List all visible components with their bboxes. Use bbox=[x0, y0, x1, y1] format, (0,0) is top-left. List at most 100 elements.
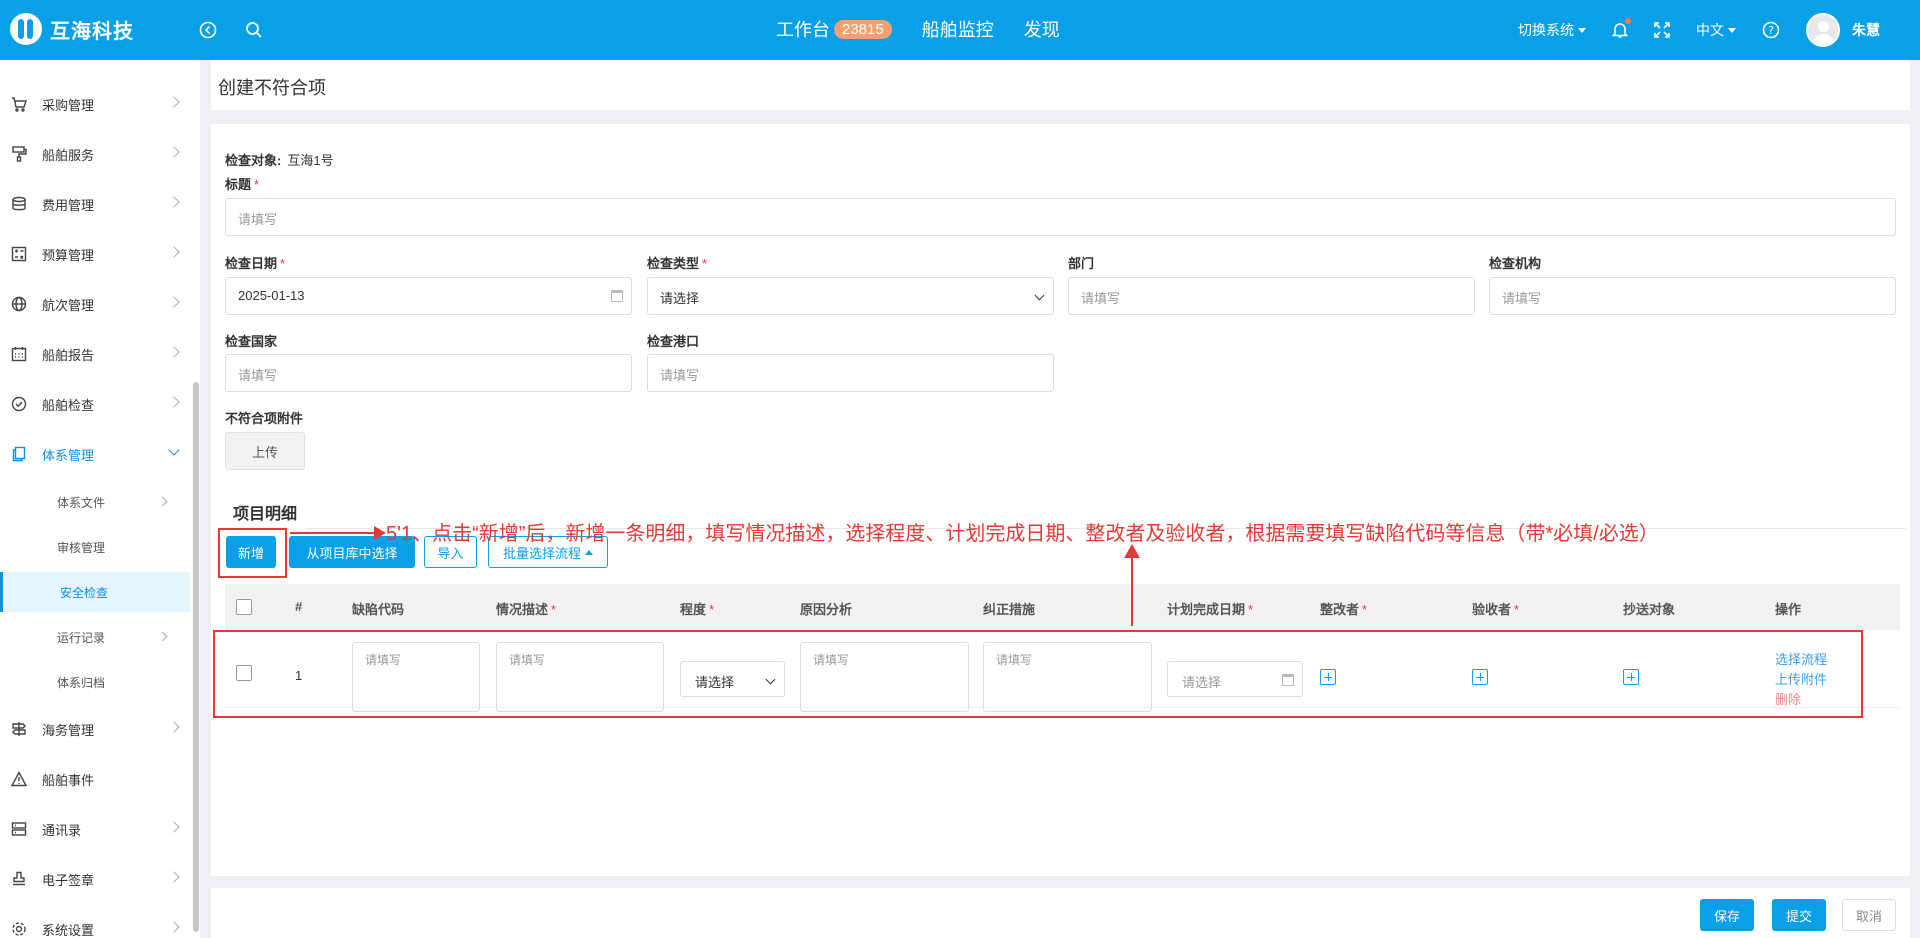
chevron-down-icon bbox=[1728, 27, 1736, 33]
chevron-right-icon bbox=[168, 96, 180, 108]
col-index: # bbox=[295, 599, 303, 614]
title-input[interactable]: 请填写 bbox=[225, 198, 1896, 236]
col-ops: 操作 bbox=[1775, 602, 1802, 617]
server-icon bbox=[10, 820, 28, 838]
footer-bar: 保存 提交 取消 bbox=[211, 888, 1910, 938]
annotation-arrow-right bbox=[290, 526, 386, 540]
sidebar-item-e-signature[interactable]: 电子签章 bbox=[0, 859, 190, 899]
logo-text: 互海科技 bbox=[50, 20, 134, 43]
app-logo[interactable]: 互海科技 bbox=[10, 13, 134, 45]
inspection-date-input[interactable]: 2025-01-13 bbox=[225, 277, 632, 315]
calculator-icon bbox=[10, 245, 28, 263]
calendar-icon bbox=[611, 290, 623, 302]
sidebar-item-maritime[interactable]: 海务管理 bbox=[0, 709, 190, 749]
country-label-text: 检查国家 bbox=[225, 334, 278, 349]
target-label: 检查对象: bbox=[225, 153, 282, 168]
dept-placeholder: 请填写 bbox=[1081, 291, 1121, 306]
type-placeholder: 请选择 bbox=[660, 291, 700, 306]
attachment-label-text: 不符合项附件 bbox=[225, 411, 304, 426]
sidebar-subitem-safety-check[interactable]: 安全检查 bbox=[0, 572, 190, 612]
attachment-label: 不符合项附件 bbox=[225, 408, 303, 427]
sidebar-subitem-run-records[interactable]: 运行记录 bbox=[0, 617, 190, 657]
search-icon[interactable] bbox=[242, 18, 266, 42]
cancel-button[interactable]: 取消 bbox=[1842, 899, 1896, 931]
inspection-type-select[interactable]: 请选择 bbox=[647, 277, 1054, 315]
chevron-up-icon bbox=[585, 549, 593, 555]
sidebar-subitem-label: 体系归档 bbox=[57, 675, 106, 690]
language-label: 中文 bbox=[1696, 22, 1724, 38]
back-circle-icon[interactable] bbox=[196, 18, 220, 42]
sidebar-item-budget[interactable]: 预算管理 bbox=[0, 234, 190, 274]
sidebar-subitem-archive[interactable]: 体系归档 bbox=[0, 662, 190, 702]
help-icon[interactable]: ? bbox=[1762, 21, 1780, 39]
sidebar-item-voyage[interactable]: 航次管理 bbox=[0, 284, 190, 324]
sidebar-item-expense[interactable]: 费用管理 bbox=[0, 184, 190, 224]
annotation-arrow-up bbox=[1124, 544, 1140, 626]
inspection-org-input[interactable]: 请填写 bbox=[1489, 277, 1896, 315]
sidebar-item-ship-event[interactable]: 船舶事件 bbox=[0, 759, 190, 799]
sidebar-scrollbar[interactable] bbox=[193, 382, 199, 932]
chevron-right-icon bbox=[168, 721, 180, 733]
type-label: 检查类型 * bbox=[647, 253, 707, 272]
sidebar-item-contacts[interactable]: 通讯录 bbox=[0, 809, 190, 849]
nav-ship-monitor[interactable]: 船舶监控 bbox=[922, 16, 994, 42]
sidebar-subitem-label: 审核管理 bbox=[57, 540, 106, 555]
sidebar-item-label: 航次管理 bbox=[42, 297, 95, 313]
col-acceptor-text: 验收者 bbox=[1472, 602, 1512, 617]
submit-button[interactable]: 提交 bbox=[1772, 899, 1826, 931]
switch-system-dropdown[interactable]: 切换系统 bbox=[1518, 20, 1586, 40]
type-label-text: 检查类型 bbox=[647, 256, 700, 271]
date-label-text: 检查日期 bbox=[225, 256, 278, 271]
dept-label: 部门 bbox=[1068, 253, 1094, 272]
save-button[interactable]: 保存 bbox=[1700, 899, 1754, 931]
bell-icon[interactable] bbox=[1612, 18, 1631, 39]
page-header: 创建不符合项 bbox=[211, 60, 1910, 110]
col-rectifier: 整改者 * bbox=[1320, 599, 1367, 618]
department-input[interactable]: 请填写 bbox=[1068, 277, 1475, 315]
svg-text:?: ? bbox=[1768, 24, 1774, 37]
grid-icon bbox=[10, 60, 28, 61]
inspection-port-input[interactable]: 请填写 bbox=[647, 354, 1054, 392]
col-degree: 程度 * bbox=[680, 599, 714, 618]
sidebar-item-label: 通讯录 bbox=[42, 822, 82, 838]
sidebar-subitem-audit[interactable]: 审核管理 bbox=[0, 527, 190, 567]
fullscreen-icon[interactable] bbox=[1654, 22, 1670, 38]
org-placeholder: 请填写 bbox=[1502, 291, 1542, 306]
signpost-icon bbox=[10, 720, 28, 738]
nav-workbench-label: 工作台 bbox=[776, 20, 830, 40]
sidebar-item-ship-inspection[interactable]: 船舶检查 bbox=[0, 384, 190, 424]
chevron-right-icon bbox=[168, 396, 180, 408]
sidebar-item-ship-report[interactable]: 船舶报告 bbox=[0, 334, 190, 374]
table-header: # 缺陷代码 情况描述 * 程度 * 原因分析 纠正措施 计划完成日期 * 整改者 * … bbox=[225, 584, 1900, 630]
required-mark: * bbox=[1514, 602, 1520, 617]
sidebar-item-system-management[interactable]: 体系管理 bbox=[0, 434, 190, 474]
sidebar: 采购管理 船舶服务 费用管理 预算管理 航次管理 船舶报告 船舶检查 体系管理 … bbox=[0, 60, 200, 938]
chevron-right-icon bbox=[168, 921, 180, 933]
sidebar-subitem-system-files[interactable]: 体系文件 bbox=[0, 482, 190, 522]
sidebar-item-top-partial[interactable] bbox=[0, 60, 190, 72]
sidebar-subitem-label: 运行记录 bbox=[57, 630, 106, 645]
sidebar-item-label: 采购管理 bbox=[42, 97, 95, 113]
user-menu[interactable]: 朱慧 bbox=[1806, 13, 1880, 47]
nav-workbench[interactable]: 工作台 23815 bbox=[776, 16, 892, 42]
chevron-down-icon bbox=[168, 444, 180, 456]
col-cause: 原因分析 bbox=[800, 602, 853, 617]
chevron-down-icon bbox=[1578, 27, 1586, 33]
chevron-right-icon bbox=[168, 296, 180, 308]
nav-discover[interactable]: 发现 bbox=[1024, 16, 1060, 42]
select-all-checkbox[interactable] bbox=[236, 599, 252, 615]
date-label: 检查日期 * bbox=[225, 253, 285, 272]
inspection-country-input[interactable]: 请填写 bbox=[225, 354, 632, 392]
language-dropdown[interactable]: 中文 bbox=[1696, 20, 1736, 40]
chevron-right-icon bbox=[168, 246, 180, 258]
paint-roller-icon bbox=[10, 145, 28, 163]
sidebar-item-purchase[interactable]: 采购管理 bbox=[0, 84, 190, 124]
required-mark: * bbox=[551, 602, 557, 617]
required-mark: * bbox=[702, 256, 708, 271]
sidebar-item-ship-service[interactable]: 船舶服务 bbox=[0, 134, 190, 174]
avatar bbox=[1806, 13, 1840, 47]
upload-button[interactable]: 上传 bbox=[225, 432, 305, 470]
sidebar-item-settings[interactable]: 系统设置 bbox=[0, 909, 190, 938]
title-placeholder: 请填写 bbox=[238, 212, 278, 227]
chevron-right-icon bbox=[168, 821, 180, 833]
